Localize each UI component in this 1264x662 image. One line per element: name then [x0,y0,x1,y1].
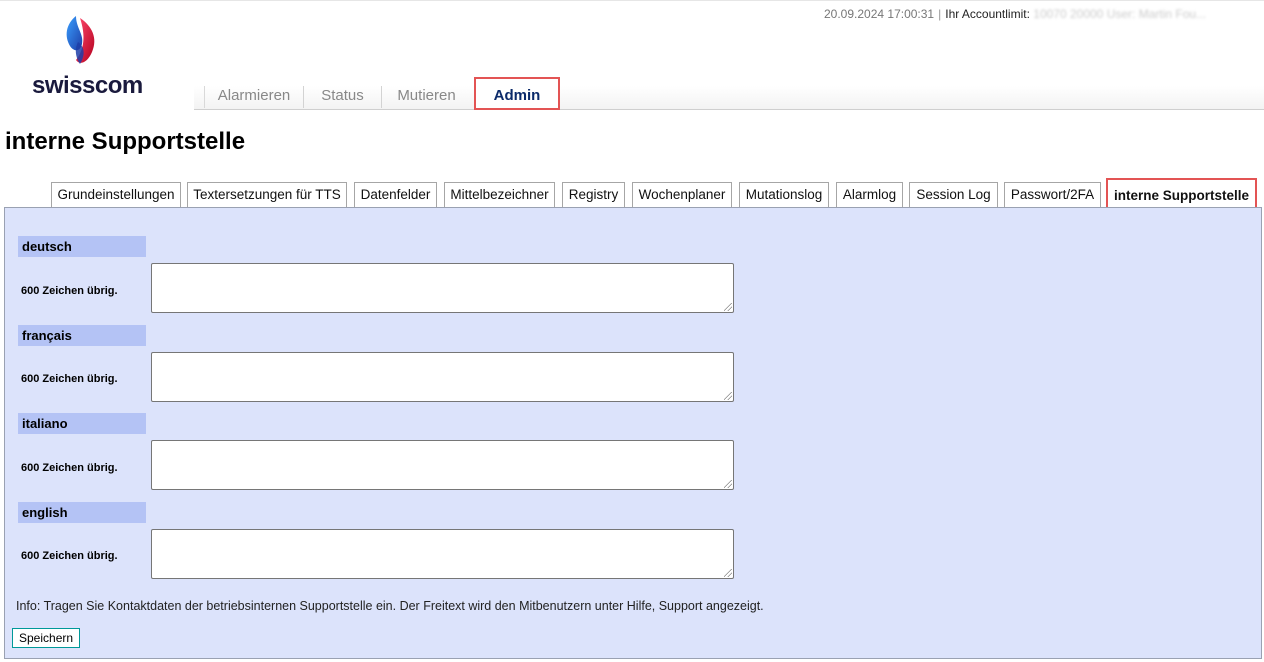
tab-interne-supportstelle[interactable]: interne Supportstelle [1106,178,1257,209]
lang-header-italiano: italiano [18,413,146,434]
separator: | [938,7,942,21]
tab-mutationslog[interactable]: Mutationslog [739,182,829,207]
account-limit-label: Ihr Accountlimit: [945,7,1030,21]
tab-session-log[interactable]: Session Log [909,182,998,207]
nav-item-alarmieren[interactable]: Alarmieren [204,86,303,108]
resize-grip-icon[interactable] [724,392,732,400]
tab-alarmlog[interactable]: Alarmlog [836,182,903,207]
logo-text: swisscom [32,72,143,99]
nav-item-status[interactable]: Status [303,86,381,108]
nav-item-mutieren[interactable]: Mutieren [381,86,471,108]
tab-wochenplaner[interactable]: Wochenplaner [632,182,732,207]
swisscom-lifeform-icon [66,16,95,64]
textarea-francais[interactable] [151,352,734,402]
remaining-chars-francais: 600 Zeichen übrig. [21,373,118,385]
support-form-panel: deutsch 600 Zeichen übrig. français 600 … [4,207,1262,659]
user-value: Martin Fou... [1138,7,1207,21]
user-label: User: [1106,7,1136,21]
remaining-chars-deutsch: 600 Zeichen übrig. [21,285,118,297]
lang-header-deutsch: deutsch [18,236,146,257]
main-nav: Alarmieren Status Mutieren Admin [194,79,1264,110]
tab-datenfelder[interactable]: Datenfelder [354,182,437,207]
datetime: 20.09.2024 17:00:31 [824,7,935,21]
resize-grip-icon[interactable] [724,480,732,488]
tab-passwort-2fa[interactable]: Passwort/2FA [1004,182,1101,207]
lang-header-francais: français [18,325,146,346]
textarea-english[interactable] [151,529,734,579]
textarea-deutsch[interactable] [151,263,734,313]
top-border [0,0,1264,1]
textarea-italiano[interactable] [151,440,734,490]
lang-header-english: english [18,502,146,523]
admin-tabs: Grundeinstellungen Textersetzungen für T… [0,178,1264,209]
info-text: Info: Tragen Sie Kontaktdaten der betrie… [16,599,764,613]
save-button[interactable]: Speichern [12,628,81,648]
tab-textersetzungen-tts[interactable]: Textersetzungen für TTS [187,182,347,207]
remaining-chars-english: 600 Zeichen übrig. [21,550,118,562]
header-info-bar: 20.09.2024 17:00:31 | Ihr Accountlimit: 10… [824,7,1260,21]
nav-item-admin[interactable]: Admin [476,79,558,108]
tab-grundeinstellungen[interactable]: Grundeinstellungen [51,182,181,207]
account-limit-value: 10070 20000 [1033,7,1104,21]
resize-grip-icon[interactable] [724,303,732,311]
swisscom-logo[interactable]: swisscom [32,12,150,99]
resize-grip-icon[interactable] [724,569,732,577]
tab-mittelbezeichner[interactable]: Mittelbezeichner [444,182,555,207]
tab-registry[interactable]: Registry [562,182,625,207]
page-title: interne Supportstelle [5,128,246,155]
remaining-chars-italiano: 600 Zeichen übrig. [21,462,118,474]
